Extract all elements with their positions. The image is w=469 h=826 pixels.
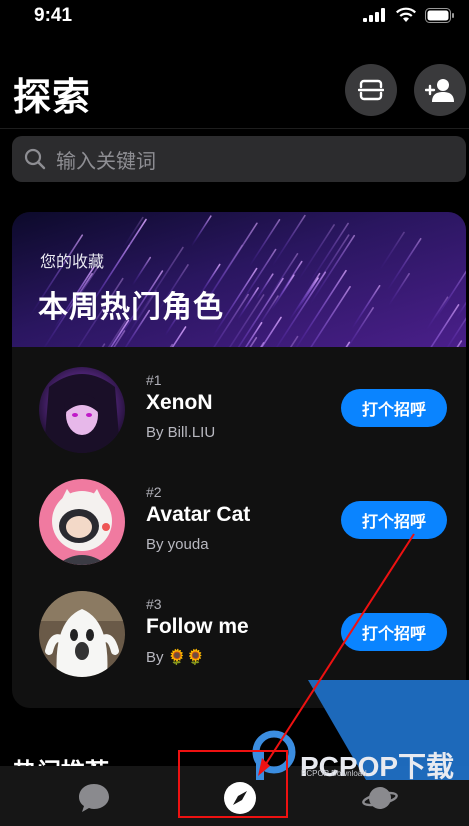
tab-chat[interactable] <box>76 780 112 816</box>
character-avatar <box>39 367 125 453</box>
featured-card: 您的收藏 本周热门角色 #1 XenoN By Bill.LIU 打个招呼 #2… <box>12 212 466 708</box>
header-divider <box>0 128 469 129</box>
search-input[interactable]: 输入关键词 <box>12 136 466 182</box>
scan-button[interactable] <box>345 64 397 116</box>
character-rank: #2 <box>146 484 162 500</box>
character-avatar <box>39 479 125 565</box>
status-bar: 9:41 <box>0 0 469 34</box>
banner-subtitle: 您的收藏 <box>40 254 105 271</box>
add-user-icon <box>425 79 454 102</box>
character-rank: #1 <box>146 372 162 388</box>
character-author: By youda <box>146 536 209 553</box>
featured-banner: 您的收藏 本周热门角色 <box>12 212 466 347</box>
page-title: 探索 <box>13 77 92 119</box>
wifi-icon <box>396 7 416 22</box>
character-author: By 🌻🌻 <box>146 649 206 666</box>
battery-icon <box>425 7 454 23</box>
add-user-button[interactable] <box>414 64 466 116</box>
scan-icon <box>358 79 384 101</box>
signal-icon <box>363 8 385 22</box>
header: 探索 <box>0 60 469 120</box>
greet-button[interactable]: 打个招呼 <box>341 613 447 651</box>
banner-background <box>12 212 466 347</box>
character-row[interactable]: #1 XenoN By Bill.LIU 打个招呼 <box>12 360 466 460</box>
annotation-highlight-box <box>178 750 288 818</box>
planet-icon <box>362 787 398 809</box>
character-row[interactable]: #2 Avatar Cat By youda 打个招呼 <box>12 472 466 572</box>
chat-bubble-icon <box>79 784 109 812</box>
character-name: Follow me <box>146 615 249 638</box>
greet-button[interactable]: 打个招呼 <box>341 501 447 539</box>
character-row[interactable]: #3 Follow me By 🌻🌻 打个招呼 <box>12 584 466 684</box>
search-icon <box>24 148 46 170</box>
status-icons <box>363 7 455 23</box>
character-name: XenoN <box>146 391 213 414</box>
character-avatar <box>39 591 125 677</box>
tab-planet[interactable] <box>362 780 398 816</box>
search-placeholder: 输入关键词 <box>56 150 156 173</box>
watermark-subtext: PCPOP Download <box>301 769 367 778</box>
explore-screen: 9:41 探索 输入关键词 您的收藏 本周热门角色 #1 XenoN By Bi… <box>0 0 469 826</box>
greet-button[interactable]: 打个招呼 <box>341 389 447 427</box>
banner-title: 本周热门角色 <box>38 291 224 324</box>
character-rank: #3 <box>146 596 162 612</box>
character-name: Avatar Cat <box>146 503 251 526</box>
status-time: 9:41 <box>34 5 73 26</box>
watermark-text: PCPOP下载 <box>300 751 455 782</box>
character-author: By Bill.LIU <box>146 424 216 441</box>
